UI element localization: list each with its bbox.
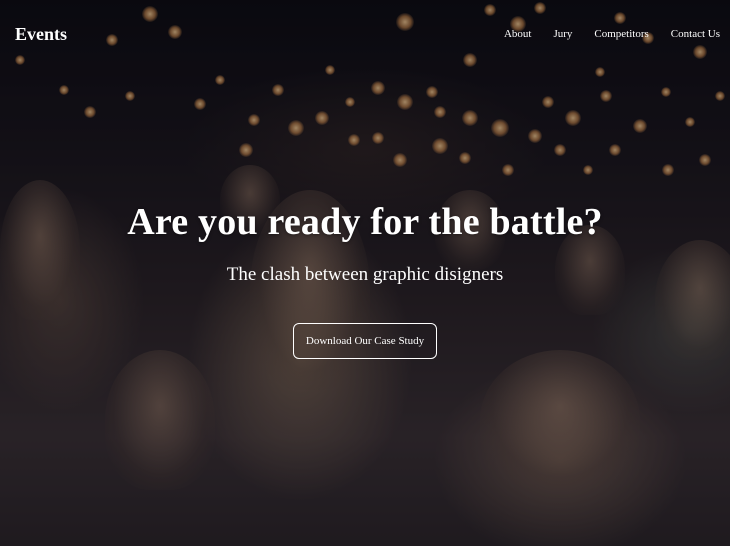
hero-section: Events About Jury Competitors Contact Us… <box>0 0 730 546</box>
nav-link-jury[interactable]: Jury <box>553 28 572 40</box>
brand-logo[interactable]: Events <box>15 24 67 45</box>
navbar: Events About Jury Competitors Contact Us <box>0 0 730 70</box>
nav-link-contact-us[interactable]: Contact Us <box>671 28 720 40</box>
hero-subheadline: The clash between graphic disigners <box>226 264 504 285</box>
hero-content: Are you ready for the battle? The clash … <box>0 200 730 359</box>
nav-links: About Jury Competitors Contact Us <box>504 28 720 40</box>
nav-link-competitors[interactable]: Competitors <box>594 28 648 40</box>
nav-link-about[interactable]: About <box>504 28 532 40</box>
hero-headline: Are you ready for the battle? <box>127 201 603 243</box>
download-case-study-button[interactable]: Download Our Case Study <box>292 323 438 359</box>
